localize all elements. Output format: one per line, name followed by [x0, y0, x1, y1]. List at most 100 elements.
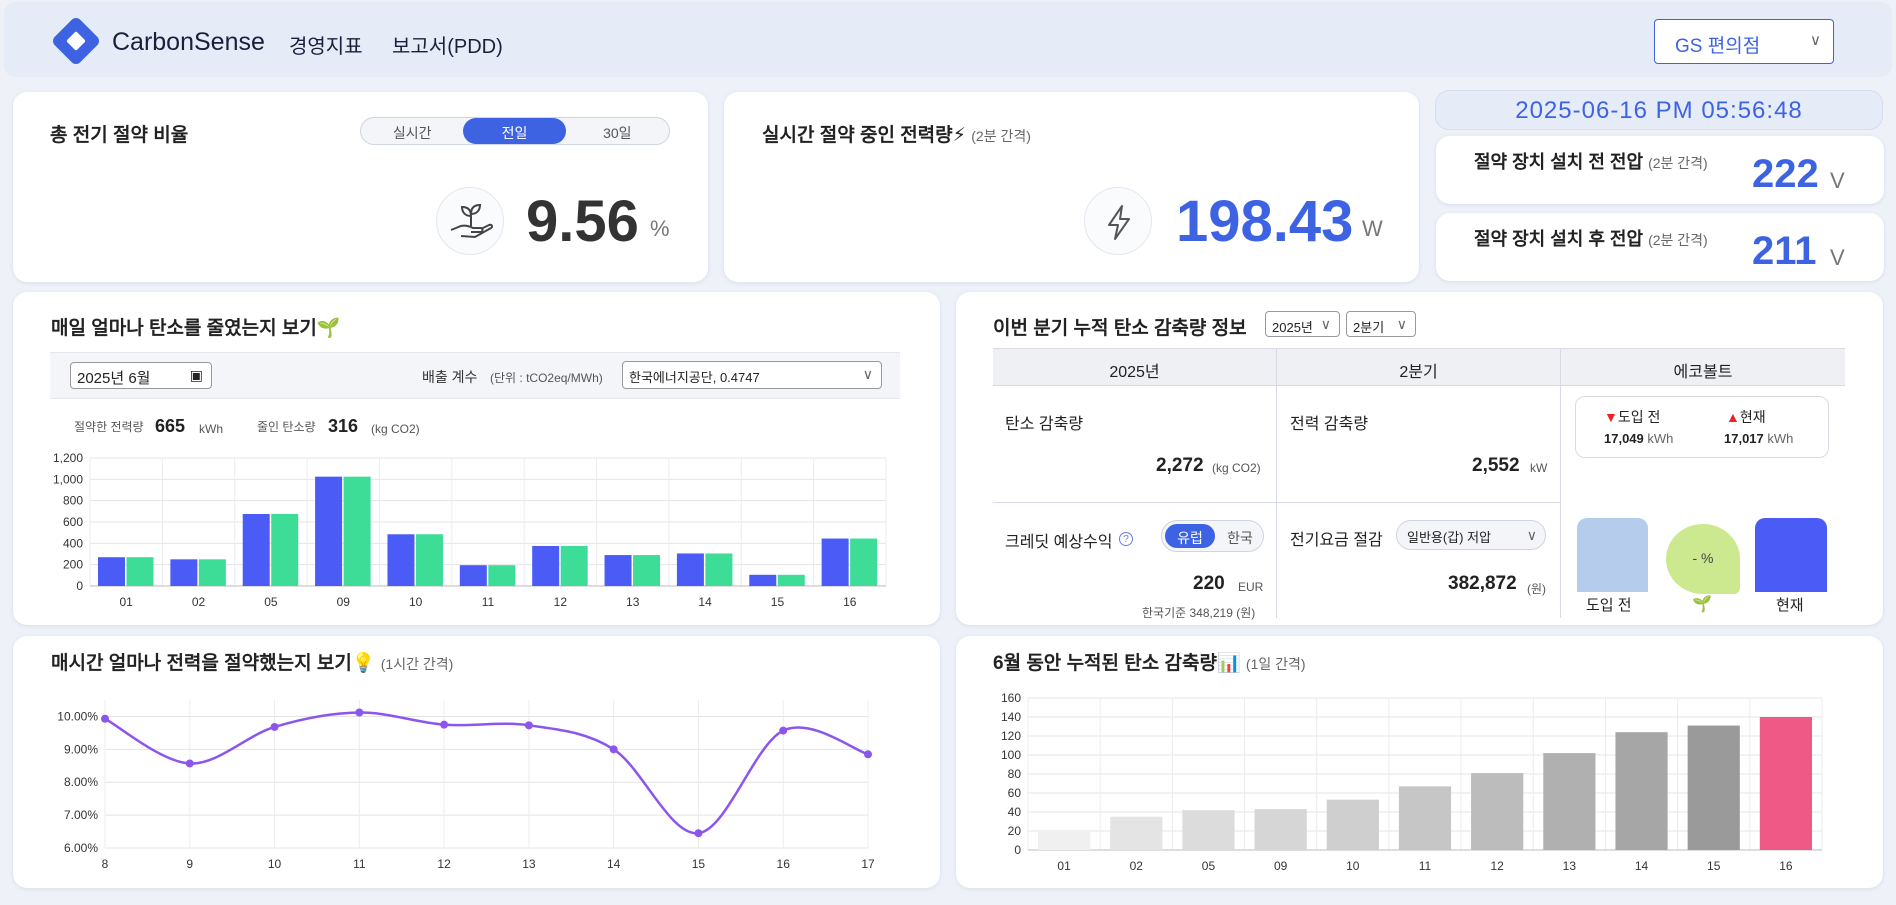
- saving-ratio-unit: %: [650, 216, 670, 241]
- point-16: [779, 726, 788, 735]
- bar-14: [676, 553, 704, 586]
- voltage-before-value: 222: [1752, 152, 1819, 196]
- carbon-reduction-unit: (kg CO2): [1212, 461, 1261, 475]
- x-tick-label: 12: [1491, 859, 1505, 873]
- x-tick-label: 10: [409, 595, 423, 609]
- coef-select[interactable]: 한국에너지공단, 0.4747 ∨: [622, 361, 882, 389]
- rate-plan-select[interactable]: 일반용(갑) 저압 ∨: [1396, 520, 1546, 550]
- current-datetime: 2025-06-16 PM 05:56:48: [1435, 90, 1883, 130]
- y-tick-label: 1,200: [53, 451, 83, 465]
- rate-plan-select-value: 일반용(갑) 저압: [1407, 530, 1492, 545]
- y-tick-label: 400: [63, 536, 83, 550]
- power-reduction-unit: kW: [1530, 461, 1548, 475]
- now-label: ▲현재: [1726, 409, 1766, 425]
- bar-05: [242, 514, 270, 586]
- divider: [1560, 386, 1561, 618]
- chevron-down-icon: ∨: [1526, 527, 1537, 543]
- voltage-before-label: 절약 장치 설치 전 전압 (2분 간격): [1474, 152, 1708, 172]
- tab-30-days[interactable]: 30일: [566, 118, 669, 144]
- x-tick-label: 01: [120, 595, 134, 609]
- x-tick-label: 8: [102, 857, 109, 871]
- nav-management-indicators[interactable]: 경영지표: [289, 30, 363, 59]
- x-tick-label: 15: [692, 857, 706, 871]
- top-header: CarbonSense 경영지표 보고서(PDD) GS 편의점 ∨: [4, 2, 1892, 77]
- before-label: ▼도입 전: [1604, 409, 1661, 425]
- saved-carbon-label: 줄인 탄소량: [257, 420, 316, 434]
- x-tick-label: 11: [482, 595, 495, 609]
- calendar-icon: ▣: [189, 367, 203, 383]
- col-quarter: 2분기: [1276, 349, 1560, 387]
- x-tick-label: 12: [437, 857, 451, 871]
- sprout-icon: 🌱: [1692, 596, 1712, 613]
- x-tick-label: 16: [777, 857, 791, 871]
- bar-10: [1326, 799, 1379, 850]
- bar-05: [1182, 810, 1235, 850]
- bar-09: [343, 476, 371, 586]
- x-tick-label: 15: [1707, 859, 1721, 873]
- bar-05: [271, 514, 299, 586]
- chevron-down-icon: ∨: [1810, 32, 1821, 49]
- saved-carbon-value: 316: [328, 416, 359, 436]
- y-tick-label: 60: [1008, 786, 1022, 800]
- voltage-after-card: 절약 장치 설치 후 전압 (2분 간격) 211 V: [1436, 213, 1884, 281]
- tab-realtime[interactable]: 실시간: [361, 118, 463, 144]
- toggle-europe[interactable]: 유럽: [1165, 524, 1215, 548]
- store-select[interactable]: GS 편의점 ∨: [1654, 19, 1834, 64]
- credit-region-toggle[interactable]: 유럽 한국: [1161, 520, 1264, 552]
- bar-09: [315, 476, 343, 586]
- bar-15: [749, 574, 777, 586]
- x-tick-label: 09: [337, 595, 351, 609]
- x-tick-label: 17: [861, 857, 875, 871]
- point-8: [101, 714, 109, 723]
- store-select-value: GS 편의점: [1675, 36, 1761, 57]
- reduction-drop: - %: [1666, 524, 1740, 594]
- now-bar-label: 현재: [1776, 597, 1804, 614]
- bar-13: [633, 555, 661, 586]
- power-reduction-label: 전력 감축량: [1290, 416, 1369, 433]
- credit-unit: EUR: [1238, 580, 1264, 594]
- saving-ratio-title: 총 전기 절약 비율: [50, 125, 189, 146]
- y-tick-label: 40: [1008, 805, 1022, 819]
- cumulative-carbon-chart: 0 20 40 60 80 100 120 140 160 01 02 05 09 10 11 12 13 14 1…: [1001, 691, 1823, 873]
- year-select[interactable]: 2025년 ∨: [1265, 311, 1340, 337]
- power-reduction-value: 2,552: [1472, 455, 1520, 476]
- y-tick-label: 800: [63, 494, 83, 508]
- bar-01: [126, 557, 154, 586]
- tab-previous-day[interactable]: 전일: [463, 118, 566, 144]
- quarter-carbon-card: [956, 292, 1883, 625]
- bar-15: [777, 574, 805, 586]
- divider: [993, 502, 1560, 503]
- quarter-select[interactable]: 2분기 ∨: [1346, 311, 1416, 337]
- realtime-power-card: 실시간 절약 중인 전력량⚡ (2분 간격) 198.43 W: [724, 92, 1419, 282]
- month-picker[interactable]: 2025년 6월 ▣: [70, 362, 212, 389]
- toggle-korea[interactable]: 한국: [1219, 528, 1261, 548]
- x-tick-label: 13: [626, 595, 640, 609]
- x-tick-label: 11: [1419, 859, 1432, 873]
- y-tick-label: 1,000: [53, 472, 83, 486]
- point-12: [440, 720, 449, 729]
- bar-10: [415, 534, 443, 586]
- x-tick-label: 12: [554, 595, 568, 609]
- bar-02: [1110, 816, 1163, 850]
- x-tick-label: 16: [843, 595, 857, 609]
- y-tick-label: 8.00%: [64, 775, 98, 789]
- help-icon[interactable]: ?: [1119, 532, 1133, 546]
- x-tick-label: 02: [1130, 859, 1144, 873]
- point-14: [609, 745, 618, 754]
- x-tick-label: 05: [264, 595, 278, 609]
- realtime-power-unit: W: [1362, 216, 1383, 241]
- period-toggle[interactable]: 실시간 전일 30일: [360, 117, 670, 145]
- month-picker-value: 2025년 6월: [77, 370, 151, 387]
- voltage-before-unit: V: [1830, 168, 1845, 193]
- x-tick-label: 16: [1779, 859, 1793, 873]
- nav-report-pdd[interactable]: 보고서(PDD): [392, 30, 503, 59]
- credit-korea-value: 한국기준 348,219 (원): [1142, 606, 1256, 620]
- bill-saving-value: 382,872: [1448, 573, 1517, 594]
- bar-01: [98, 557, 125, 586]
- coef-unit: (단위 : tCO2eq/MWh): [490, 371, 603, 385]
- quarter-select-value: 2분기: [1353, 320, 1385, 335]
- x-tick-label: 13: [1563, 859, 1577, 873]
- y-tick-label: 600: [63, 515, 83, 529]
- quarter-table-header: 2025년 2분기 에코볼트: [993, 348, 1845, 387]
- quarter-title: 이번 분기 누적 탄소 감축량 정보: [993, 318, 1247, 339]
